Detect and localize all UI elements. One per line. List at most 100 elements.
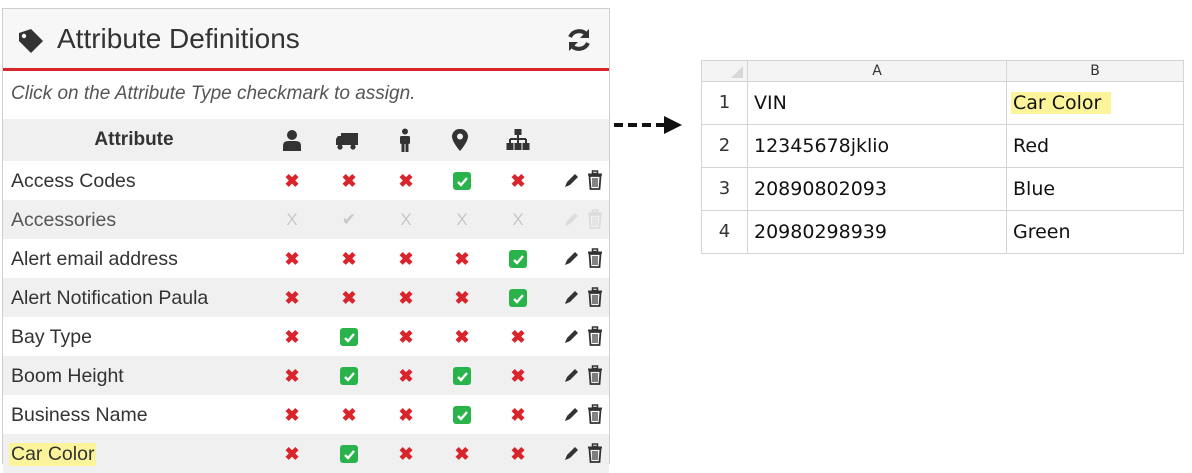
attribute-name: Bay Type: [11, 326, 92, 348]
pencil-icon[interactable]: [563, 288, 581, 306]
attribute-name: Accessories: [11, 209, 117, 231]
trash-icon[interactable]: [587, 248, 603, 268]
attribute-name: Access Codes: [11, 170, 136, 192]
column-header-b[interactable]: B: [1006, 60, 1184, 82]
x-icon[interactable]: ✖: [339, 288, 359, 308]
attribute-name: Car Color: [9, 443, 97, 466]
refresh-icon[interactable]: [565, 26, 593, 54]
attribute-name: Business Name: [11, 404, 148, 426]
row-number[interactable]: 3: [701, 166, 748, 211]
sheet-row: 4 20980298939 Green: [701, 209, 1184, 255]
trash-icon[interactable]: [587, 170, 603, 190]
attribute-name: Alert Notification Paula: [11, 287, 209, 309]
x-icon[interactable]: ✖: [396, 171, 416, 191]
x-icon[interactable]: ✖: [396, 249, 416, 269]
trash-icon[interactable]: [587, 443, 603, 463]
checked-box-icon[interactable]: [452, 366, 472, 386]
panel-header: Attribute Definitions: [3, 9, 609, 71]
x-icon[interactable]: X: [282, 210, 302, 230]
x-icon[interactable]: ✖: [339, 405, 359, 425]
spreadsheet: A B 1 VIN Car Color 2 12345678jklio Red 3 20890…: [701, 60, 1184, 255]
cell-b[interactable]: Blue: [1006, 166, 1184, 211]
pencil-icon[interactable]: [563, 366, 581, 384]
arrow-icon: [614, 116, 682, 134]
x-icon[interactable]: ✖: [282, 249, 302, 269]
checked-box-icon[interactable]: [339, 444, 359, 464]
x-icon[interactable]: X: [452, 210, 472, 230]
attribute-name: Alert email address: [11, 248, 178, 270]
pencil-icon[interactable]: [563, 405, 581, 423]
checked-box-icon[interactable]: [339, 327, 359, 347]
x-icon[interactable]: ✖: [282, 171, 302, 191]
trash-icon[interactable]: [587, 209, 603, 229]
table-row: Accessories X ✔ X X X: [3, 200, 609, 239]
x-icon[interactable]: ✖: [396, 405, 416, 425]
x-icon[interactable]: ✖: [452, 249, 472, 269]
x-icon[interactable]: ✖: [282, 327, 302, 347]
trash-icon[interactable]: [587, 404, 603, 424]
map-marker-icon: [452, 129, 468, 151]
x-icon[interactable]: X: [396, 210, 416, 230]
row-number[interactable]: 4: [701, 209, 748, 255]
column-header-row: A B: [701, 60, 1184, 82]
x-icon[interactable]: ✖: [396, 444, 416, 464]
checked-box-icon[interactable]: [339, 366, 359, 386]
check-icon[interactable]: ✔: [339, 210, 359, 230]
trash-icon[interactable]: [587, 326, 603, 346]
x-icon[interactable]: ✖: [452, 444, 472, 464]
x-icon[interactable]: ✖: [339, 249, 359, 269]
column-header-a[interactable]: A: [747, 60, 1007, 82]
table-row: Bay Type ✖ ✖ ✖ ✖: [3, 317, 609, 356]
truck-icon: [336, 133, 358, 150]
x-icon[interactable]: X: [508, 210, 528, 230]
checked-box-icon[interactable]: [508, 288, 528, 308]
cell-a[interactable]: VIN: [747, 80, 1007, 125]
pencil-icon[interactable]: [563, 171, 581, 189]
x-icon[interactable]: ✖: [508, 444, 528, 464]
checked-box-icon[interactable]: [508, 249, 528, 269]
pencil-icon[interactable]: [563, 249, 581, 267]
table-row: Alert Notification Paula ✖ ✖ ✖ ✖: [3, 278, 609, 317]
table-row: Access Codes ✖ ✖ ✖ ✖: [3, 161, 609, 200]
x-icon[interactable]: ✖: [282, 405, 302, 425]
cell-b[interactable]: Green: [1006, 209, 1184, 255]
row-number[interactable]: 1: [701, 80, 748, 125]
x-icon[interactable]: ✖: [508, 327, 528, 347]
x-icon[interactable]: ✖: [508, 405, 528, 425]
x-icon[interactable]: ✖: [508, 171, 528, 191]
cell-a[interactable]: 20890802093: [747, 166, 1007, 211]
person-icon: [400, 128, 410, 152]
tag-icon: [19, 29, 43, 53]
select-all-corner[interactable]: [701, 60, 748, 82]
attribute-rows: Access Codes ✖ ✖ ✖ ✖ Accessories X ✔ X X X Alert em…: [3, 161, 609, 473]
x-icon[interactable]: ✖: [282, 366, 302, 386]
x-icon[interactable]: ✖: [452, 327, 472, 347]
checked-box-icon[interactable]: [452, 171, 472, 191]
row-number[interactable]: 2: [701, 123, 748, 168]
table-row: Business Name ✖ ✖ ✖ ✖: [3, 395, 609, 434]
cell-a[interactable]: 20980298939: [747, 209, 1007, 255]
pencil-icon[interactable]: [563, 210, 581, 228]
x-icon[interactable]: ✖: [282, 288, 302, 308]
checked-box-icon[interactable]: [452, 405, 472, 425]
x-icon[interactable]: ✖: [452, 288, 472, 308]
panel-title: Attribute Definitions: [57, 23, 300, 54]
attribute-name: Boom Height: [11, 365, 124, 387]
pencil-icon[interactable]: [563, 327, 581, 345]
cell-a[interactable]: 12345678jklio: [747, 123, 1007, 168]
cell-b[interactable]: Red: [1006, 123, 1184, 168]
x-icon[interactable]: ✖: [396, 327, 416, 347]
pencil-icon[interactable]: [563, 444, 581, 462]
x-icon[interactable]: ✖: [282, 444, 302, 464]
x-icon[interactable]: ✖: [396, 366, 416, 386]
table-row: Boom Height ✖ ✖ ✖: [3, 356, 609, 395]
x-icon[interactable]: ✖: [339, 171, 359, 191]
table-header: Attribute: [3, 119, 609, 161]
x-icon[interactable]: ✖: [396, 288, 416, 308]
x-icon[interactable]: ✖: [508, 366, 528, 386]
sheet-row: 2 12345678jklio Red: [701, 123, 1184, 168]
table-row: Alert email address ✖ ✖ ✖ ✖: [3, 239, 609, 278]
trash-icon[interactable]: [587, 287, 603, 307]
cell-b[interactable]: Car Color: [1006, 80, 1184, 125]
trash-icon[interactable]: [587, 365, 603, 385]
